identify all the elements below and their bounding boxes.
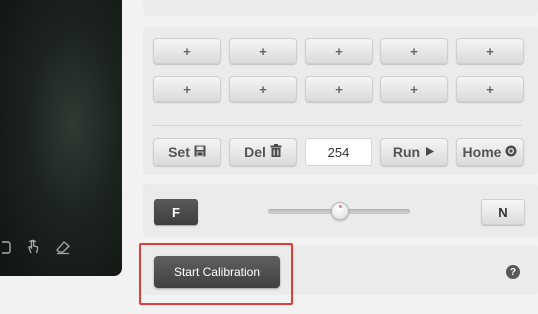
preset-add-button[interactable]: + [305, 76, 373, 102]
help-icon[interactable]: ? [506, 265, 520, 279]
preset-add-button[interactable]: + [153, 76, 221, 102]
play-triangle-icon [424, 144, 435, 160]
trash-icon [270, 144, 282, 160]
focus-far-button[interactable]: F [154, 199, 198, 225]
preset-number-input[interactable] [305, 138, 372, 166]
preset-add-button[interactable]: + [456, 76, 524, 102]
rectangle-select-icon[interactable] [2, 239, 12, 255]
target-circle-icon [505, 144, 517, 160]
floppy-disk-icon [194, 144, 206, 160]
home-label: Home [462, 144, 502, 160]
eraser-icon[interactable] [54, 238, 72, 256]
run-button[interactable]: Run [380, 138, 448, 166]
divider [153, 125, 522, 126]
start-calibration-button[interactable]: Start Calibration [154, 256, 280, 288]
del-label: Del [244, 144, 266, 160]
preset-add-button[interactable]: + [229, 38, 297, 64]
tap-gesture-icon[interactable] [24, 238, 42, 256]
video-toolbar [0, 234, 112, 260]
focus-slider-thumb[interactable] [331, 202, 349, 220]
preset-add-button[interactable]: + [456, 38, 524, 64]
top-panel [143, 0, 538, 16]
preset-add-button[interactable]: + [153, 38, 221, 64]
delete-button[interactable]: Del [229, 138, 297, 166]
set-button[interactable]: Set [153, 138, 221, 166]
preset-add-button[interactable]: + [380, 76, 448, 102]
focus-near-button[interactable]: N [481, 199, 525, 225]
preset-add-button[interactable]: + [305, 38, 373, 64]
set-label: Set [168, 144, 190, 160]
preset-add-button[interactable]: + [229, 76, 297, 102]
home-button[interactable]: Home [456, 138, 524, 166]
run-label: Run [392, 144, 421, 160]
preset-add-button[interactable]: + [380, 38, 448, 64]
